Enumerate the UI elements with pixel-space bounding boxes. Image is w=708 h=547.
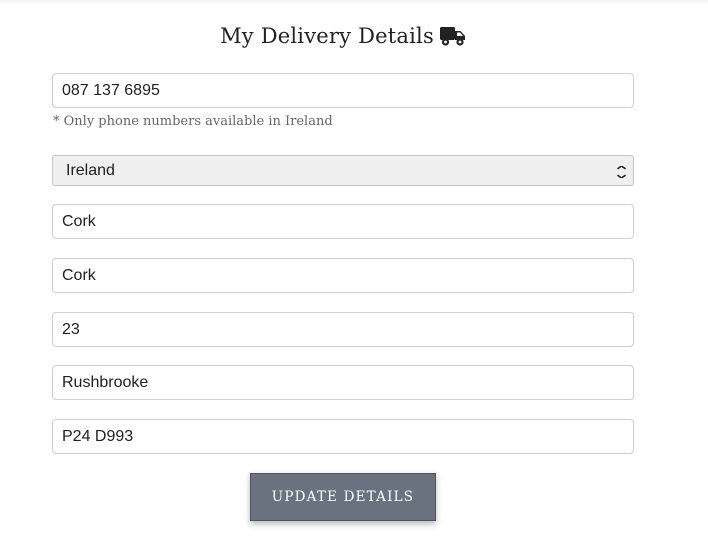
- street-field[interactable]: [52, 365, 634, 400]
- chevron-down-icon: [616, 165, 627, 183]
- country-select[interactable]: Ireland: [52, 155, 634, 186]
- country-select-value: Ireland: [66, 161, 115, 179]
- title-row: My Delivery Details: [0, 24, 686, 48]
- delivery-details-page: My Delivery Details * Only phone numbers…: [0, 0, 708, 547]
- phone-field[interactable]: [52, 73, 634, 108]
- phone-hint: * Only phone numbers available in Irelan…: [53, 114, 333, 129]
- house-number-field[interactable]: [52, 312, 634, 347]
- update-details-button[interactable]: UPDATE DETAILS: [250, 473, 436, 521]
- page-title: My Delivery Details: [220, 24, 434, 48]
- city-field[interactable]: [52, 204, 634, 239]
- top-shadow: [0, 0, 708, 4]
- postcode-field[interactable]: [52, 419, 634, 454]
- truck-icon: [439, 25, 466, 47]
- county-field[interactable]: [52, 258, 634, 293]
